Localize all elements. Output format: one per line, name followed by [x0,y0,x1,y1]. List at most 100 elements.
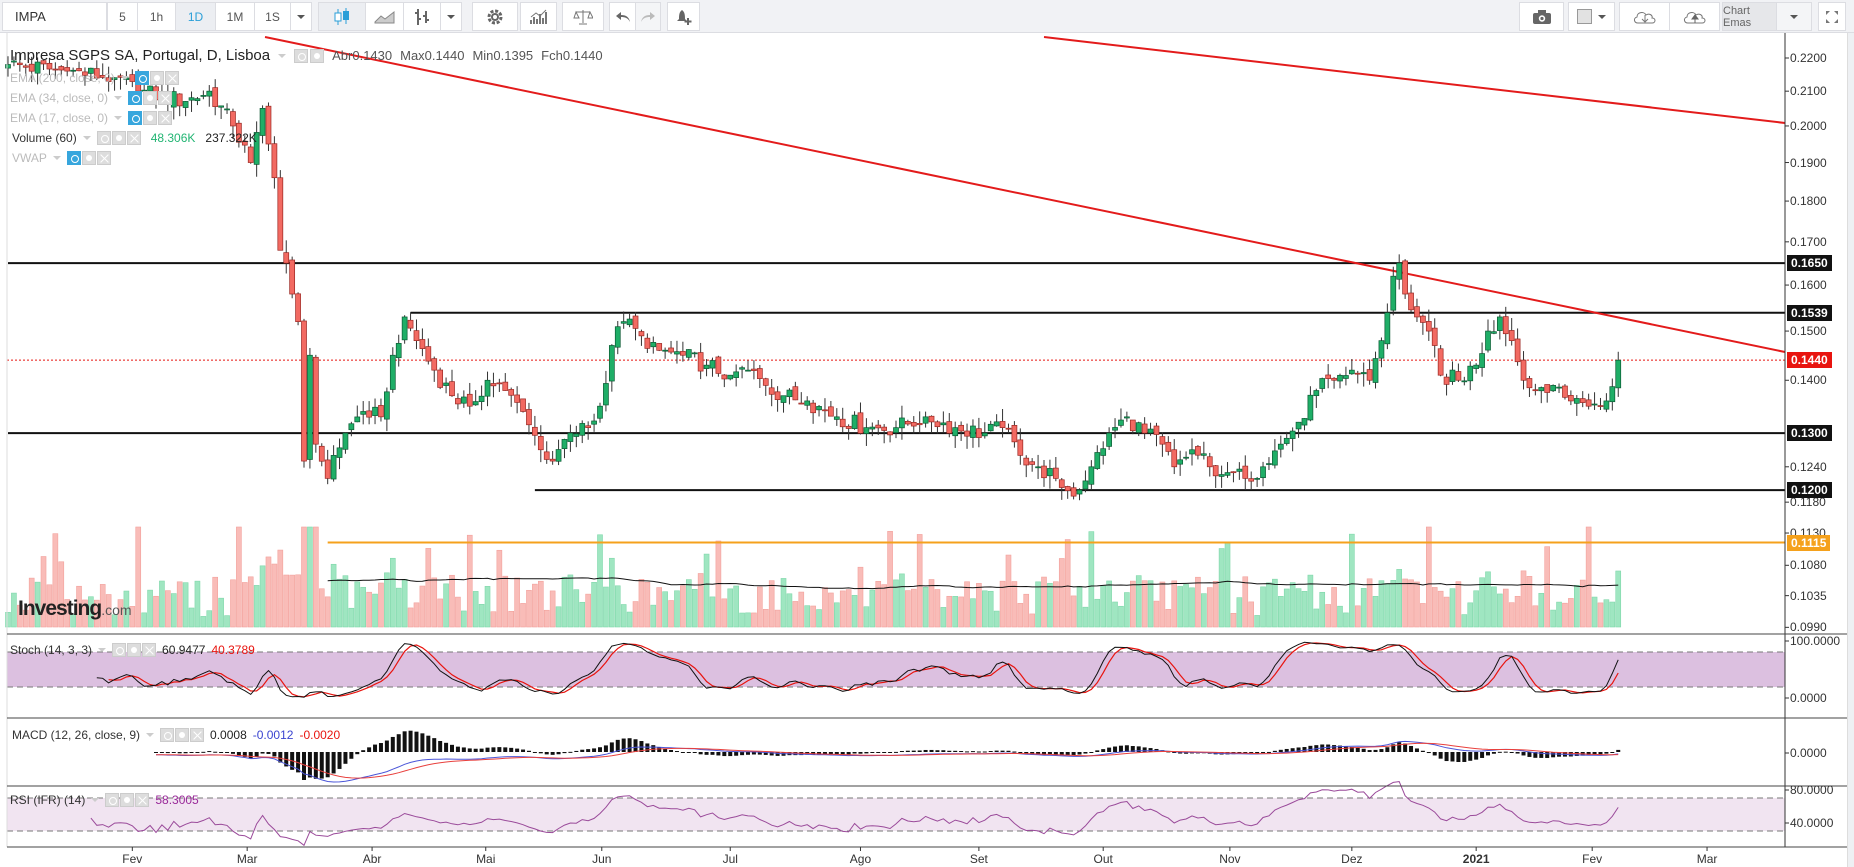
volume-bar [1408,579,1414,628]
candle-body [1319,378,1326,389]
chevron-down-icon[interactable] [120,76,129,80]
candle-body [1236,468,1243,472]
candle-body [407,319,414,329]
right-scrollbar[interactable] [1847,33,1854,867]
close-icon[interactable] [158,91,173,105]
settings-icon[interactable] [175,728,190,742]
macd-histogram-bar [1420,750,1425,752]
close-icon[interactable] [142,643,157,657]
settings-icon[interactable] [120,793,135,807]
settings-icon[interactable] [149,71,164,85]
volume-bar [709,596,716,628]
close-icon[interactable] [135,793,150,807]
visibility-icon[interactable] [294,48,309,63]
volume-bar [1562,602,1568,628]
chevron-down-icon[interactable] [98,648,107,652]
close-icon[interactable] [96,151,111,165]
visibility-icon[interactable] [134,71,149,85]
visibility-icon[interactable] [112,643,127,657]
candle-body [822,409,828,412]
candle-body [721,374,728,380]
volume-bar [1556,601,1562,628]
macd-histogram-bar [680,752,685,753]
volume-bar [887,531,893,628]
macd-histogram-bar [728,752,733,757]
close-icon[interactable] [164,71,179,85]
macd-histogram-bar [378,743,383,752]
candle-body [1135,422,1142,433]
macd-label: MACD (12, 26, close, 9) [12,728,141,742]
settings-icon[interactable] [310,48,325,63]
volume-bar [816,609,822,628]
volume-bar [567,574,574,628]
macd-histogram-bar [408,730,413,752]
settings-icon[interactable] [143,111,158,125]
candle-body [366,410,372,418]
volume-bar [899,573,905,628]
macd-histogram-bar [550,752,555,755]
volume-bar [1159,581,1166,628]
ema200-label: EMA (200, close, 0) [10,71,115,85]
chevron-down-icon[interactable] [91,798,100,802]
visibility-icon[interactable] [105,793,120,807]
chevron-down-icon[interactable] [146,733,155,737]
settings-icon[interactable] [111,131,126,145]
volume-bar [1526,576,1533,628]
visibility-icon[interactable] [96,131,111,145]
close-icon[interactable] [190,728,205,742]
candle-body [259,108,266,136]
rsi-value: 58.3005 [155,793,199,807]
macd-histogram-bar [982,751,987,753]
visibility-icon[interactable] [128,111,143,125]
volume-bar [1443,596,1450,628]
stoch-band [7,652,1785,687]
close-icon[interactable] [158,111,173,125]
volume-bar [1218,548,1225,628]
settings-icon[interactable] [81,151,96,165]
macd-histogram-bar [923,749,928,752]
candle-body [360,411,367,415]
candle-body [893,427,899,433]
macd-histogram-bar [627,738,632,752]
volume-bar [810,605,816,628]
candle-body [532,426,538,436]
macd-histogram-bar [515,748,520,752]
chevron-down-icon[interactable] [114,96,123,100]
macd-histogram-bar [1367,750,1372,752]
chevron-down-icon[interactable] [82,136,91,140]
macd-histogram-bar [740,752,745,756]
candle-body [1437,348,1444,376]
candle-body [786,389,793,398]
candle-body [389,354,396,390]
price-tag: 0.1539 [1787,304,1832,321]
visibility-icon[interactable] [160,728,175,742]
macd-histogram-bar [603,745,608,752]
visibility-icon[interactable] [128,91,143,105]
chevron-down-icon[interactable] [278,53,287,58]
price-tick-label: 0.1700 [1790,234,1827,249]
volume-bar [650,604,657,628]
close-icon[interactable] [126,131,141,145]
volume-bar [662,591,668,628]
macd-histogram-bar [1142,747,1147,752]
candle-body [1591,403,1598,406]
candle-body [650,342,657,348]
volume-bar [786,593,793,628]
volume-bar [478,603,485,628]
volume-bar [620,604,627,628]
chevron-down-icon[interactable] [114,116,123,120]
settings-icon[interactable] [143,91,158,105]
candle-body [1301,418,1308,426]
volume-bar [212,576,218,628]
visibility-icon[interactable] [66,151,81,165]
volume-bar [970,598,976,628]
chevron-down-icon[interactable] [52,156,61,160]
macd-histogram-bar [337,752,342,769]
macd-histogram-bar [1000,750,1005,752]
volume-bar [1064,539,1071,628]
settings-icon[interactable] [127,643,142,657]
macd-histogram-bar [343,752,348,764]
candle-body [1538,387,1545,392]
macd-histogram-bar [864,752,869,754]
candle-body [460,396,467,404]
